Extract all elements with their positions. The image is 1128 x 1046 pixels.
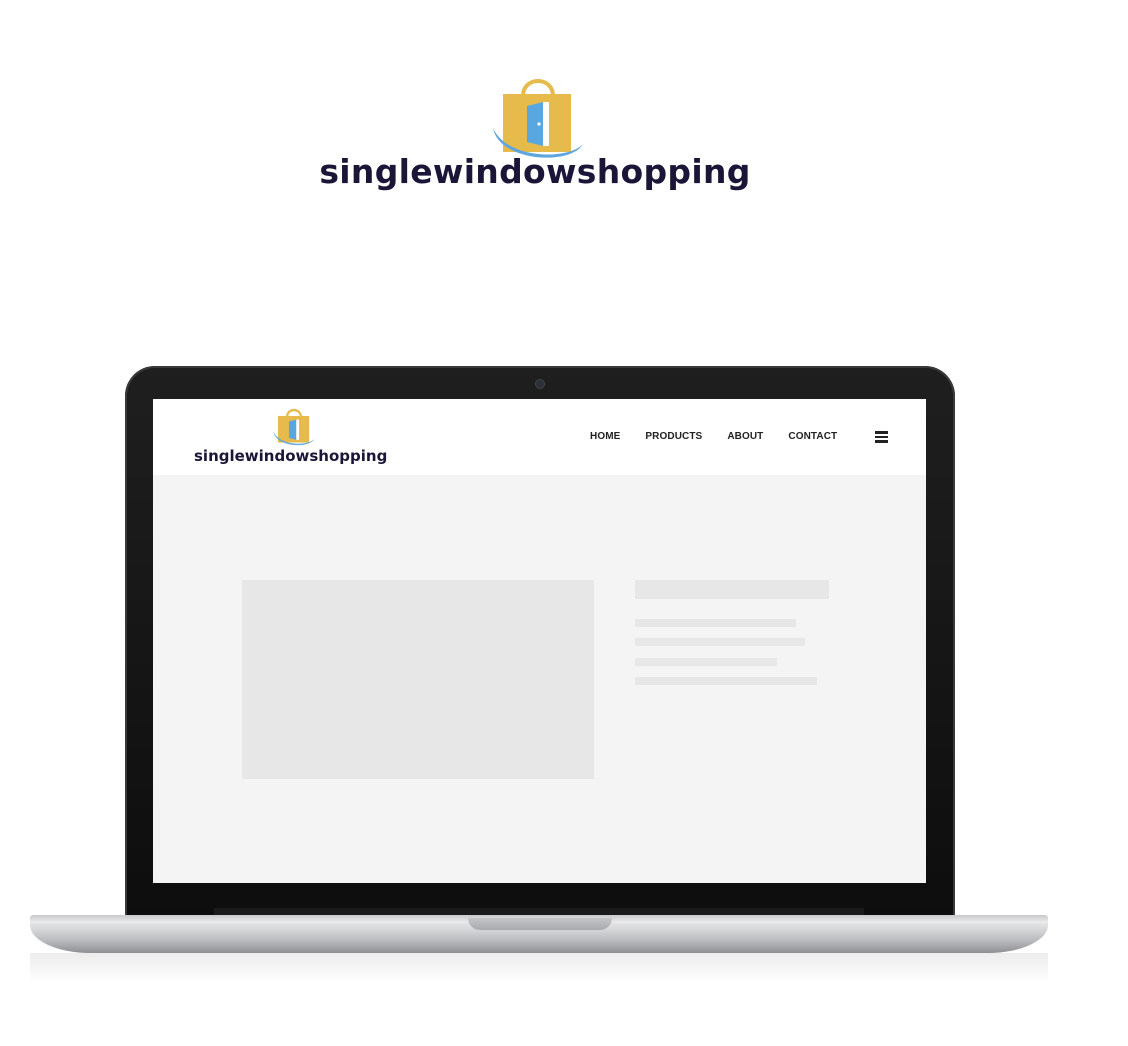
text-line-placeholder bbox=[635, 677, 817, 685]
nav-home[interactable]: HOME bbox=[590, 431, 620, 442]
nav-about[interactable]: ABOUT bbox=[727, 431, 763, 442]
site-nav: HOME PRODUCTS ABOUT CONTACT bbox=[590, 431, 837, 442]
text-line-placeholder bbox=[635, 619, 796, 627]
laptop-notch bbox=[468, 918, 612, 930]
laptop-screen: singlewindowshopping HOME PRODUCTS ABOUT… bbox=[153, 399, 926, 883]
site-logo-wordmark[interactable]: singlewindowshopping bbox=[194, 447, 387, 465]
site-header: singlewindowshopping HOME PRODUCTS ABOUT… bbox=[153, 399, 926, 475]
nav-contact[interactable]: CONTACT bbox=[788, 431, 837, 442]
brand-wordmark: singlewindowshopping bbox=[319, 152, 751, 191]
text-line-placeholder bbox=[635, 658, 777, 666]
brand-logo: singlewindowshopping bbox=[0, 66, 1070, 206]
shopping-bag-door-icon bbox=[273, 408, 315, 446]
webcam-icon bbox=[536, 380, 544, 388]
title-placeholder bbox=[635, 580, 829, 599]
text-line-placeholder bbox=[635, 638, 805, 646]
nav-products[interactable]: PRODUCTS bbox=[645, 431, 702, 442]
hamburger-menu-icon[interactable] bbox=[875, 431, 888, 443]
laptop-reflection bbox=[30, 953, 1048, 983]
image-placeholder bbox=[242, 580, 594, 779]
